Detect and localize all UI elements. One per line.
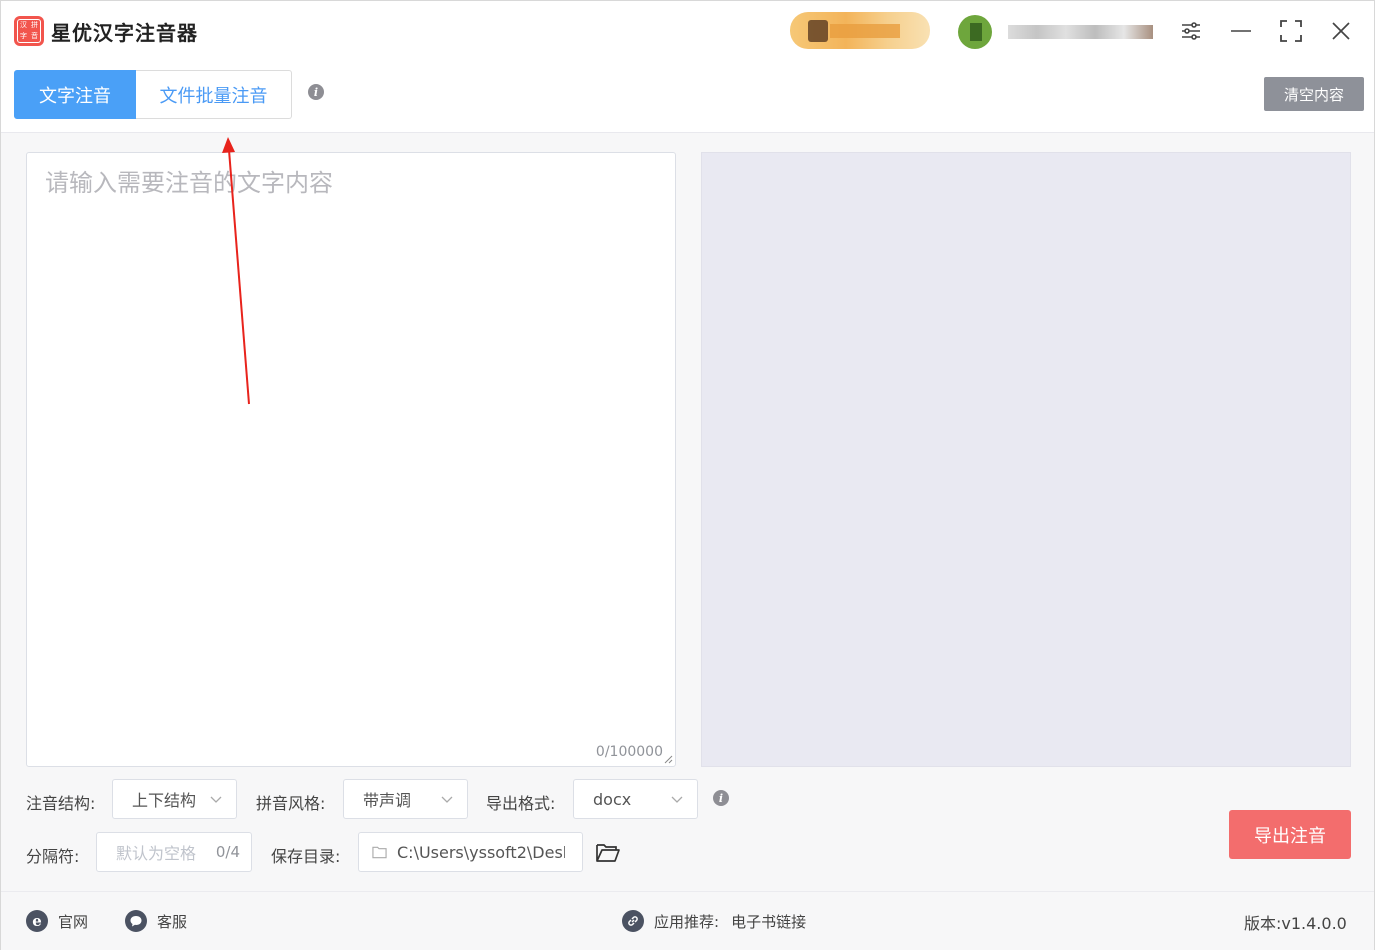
title-bar: 汉 拼 字 音 星优汉字注音器 [1,1,1374,61]
chevron-down-icon [210,796,222,803]
pinyin-style-select[interactable]: 带声调 [343,779,468,819]
structure-select[interactable]: 上下结构 [112,779,237,819]
avatar-figure [970,23,982,41]
export-format-select[interactable]: docx [573,779,698,819]
recommend-label: 应用推荐: [654,912,720,931]
vip-badge-text-blurred [830,24,900,38]
support-label: 客服 [157,912,188,931]
chat-icon [125,910,147,932]
version-text: 版本:v1.4.0.0 [1244,914,1347,933]
support-link[interactable]: 客服 [125,910,187,932]
chevron-down-icon [671,796,683,803]
footer: e 官网 客服 应用推荐: 电子书链接 版本:v1.4.0.0 [1,891,1374,950]
minimize-icon[interactable] [1229,19,1253,43]
user-account[interactable] [958,13,1158,49]
pinyin-style-value: 带声调 [363,791,412,810]
logo-char: 音 [31,32,38,40]
main-area: 0/100000 注音结构: 上下结构 拼音风格: 带声调 导出格式: docx… [1,133,1374,891]
save-dir-value: C:\Users\yssoft2\Deskt [397,842,565,862]
structure-label: 注音结构: [26,794,96,813]
open-folder-icon[interactable] [595,841,621,865]
fullscreen-icon[interactable] [1279,19,1303,43]
app-window: 汉 拼 字 音 星优汉字注音器 文字注音 文件批量注音 i 清空内容 请输入需要… [0,0,1375,950]
text-input-box: 0/100000 [26,152,676,767]
export-format-label: 导出格式: [486,794,556,813]
structure-value: 上下结构 [132,791,197,810]
info-icon[interactable]: i [308,84,324,100]
resize-grip-icon[interactable] [663,754,673,764]
link-icon [622,910,644,932]
vip-badge[interactable] [790,12,930,49]
separator-label: 分隔符: [26,847,80,866]
pinyin-style-label: 拼音风格: [256,794,326,813]
recommend-link[interactable]: 电子书链接 [731,911,806,932]
username-blurred [1008,25,1153,39]
app-title: 星优汉字注音器 [51,21,198,45]
website-link[interactable]: e 官网 [26,910,88,932]
logo-char: 拼 [31,21,38,29]
vip-badge-icon [808,20,828,42]
toolbar: 文字注音 文件批量注音 i 清空内容 [1,61,1374,133]
chevron-down-icon [441,796,453,803]
app-logo: 汉 拼 字 音 [14,16,44,46]
folder-icon [372,846,387,859]
save-dir-label: 保存目录: [271,847,341,866]
export-annotation-button[interactable]: 导出注音 [1229,810,1351,859]
tab-text-annotation[interactable]: 文字注音 [14,70,136,119]
close-icon[interactable] [1329,19,1353,43]
text-input[interactable] [27,153,675,766]
tab-file-batch-annotation[interactable]: 文件批量注音 [136,70,292,119]
format-info-icon[interactable]: i [713,790,729,806]
annotation-output-panel [701,152,1351,767]
export-format-value: docx [593,789,632,809]
logo-char: 字 [20,32,27,40]
logo-char: 汉 [20,21,27,29]
char-counter: 0/100000 [595,744,663,760]
separator-input[interactable]: 默认为空格 0/4 [96,832,252,872]
sliders-icon[interactable] [1179,19,1203,43]
save-dir-input[interactable]: C:\Users\yssoft2\Deskt [358,832,583,872]
app-recommend[interactable]: 应用推荐: 电子书链接 [622,910,806,932]
separator-placeholder: 默认为空格 [116,844,197,863]
clear-content-button[interactable]: 清空内容 [1264,77,1364,111]
website-label: 官网 [58,912,89,931]
browser-icon: e [26,910,48,932]
separator-counter: 0/4 [215,843,240,861]
